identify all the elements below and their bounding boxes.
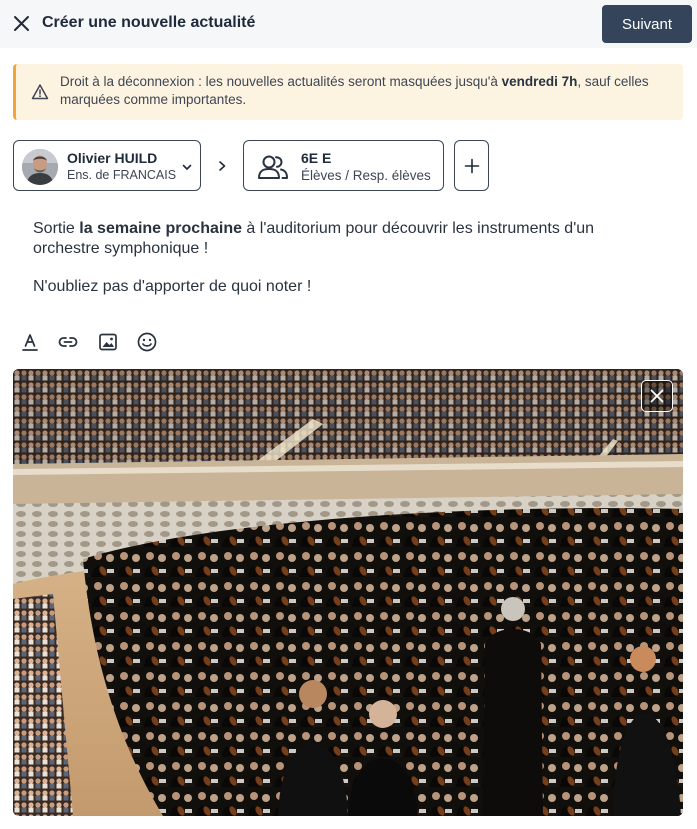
message-text-bold: la semaine prochaine: [79, 220, 242, 237]
add-recipients-button[interactable]: [454, 140, 489, 191]
close-icon: [650, 389, 664, 403]
author-selector[interactable]: Olivier HUILD Ens. de FRANCAIS: [13, 140, 201, 191]
chevron-down-icon: [182, 164, 192, 170]
recipients-type: Élèves / Resp. élèves: [301, 168, 431, 183]
warning-text-start: Droit à la déconnexion : les nouvelles a…: [60, 74, 502, 89]
close-icon[interactable]: [13, 15, 30, 32]
chevron-right-icon: [219, 161, 226, 171]
message-editor[interactable]: Sortie la semaine prochaine à l'auditori…: [33, 219, 653, 297]
header-bar: Créer une nouvelle actualité Suivant: [0, 0, 697, 48]
disconnection-warning-banner: Droit à la déconnexion : les nouvelles a…: [13, 64, 683, 120]
recipients-class: 6E E: [301, 150, 332, 166]
message-text: Sortie: [33, 220, 80, 237]
recipients-selector[interactable]: 6E E Élèves / Resp. élèves: [243, 140, 444, 191]
author-role: Ens. de FRANCAIS: [67, 168, 177, 182]
attached-photo: [13, 369, 683, 816]
warning-triangle-icon: [31, 84, 49, 100]
warning-text: Droit à la déconnexion : les nouvelles a…: [60, 73, 670, 109]
remove-photo-button[interactable]: [641, 380, 673, 412]
next-button[interactable]: Suivant: [602, 5, 692, 43]
avatar: [22, 149, 58, 185]
warning-deadline: vendredi 7h: [501, 74, 578, 89]
author-name: Olivier HUILD: [67, 150, 158, 166]
emoji-icon[interactable]: [136, 331, 158, 353]
page-title: Créer une nouvelle actualité: [42, 14, 256, 31]
message-paragraph: N'oubliez pas d'apporter de quoi noter !: [33, 278, 312, 295]
link-icon[interactable]: [57, 331, 79, 353]
image-icon[interactable]: [97, 331, 119, 353]
message-paragraph: Sortie la semaine prochaine à l'auditori…: [33, 219, 653, 259]
plus-icon: [464, 158, 480, 174]
orchestra-photo: [13, 369, 683, 816]
people-icon: [258, 155, 288, 179]
text-color-icon[interactable]: [19, 331, 41, 353]
